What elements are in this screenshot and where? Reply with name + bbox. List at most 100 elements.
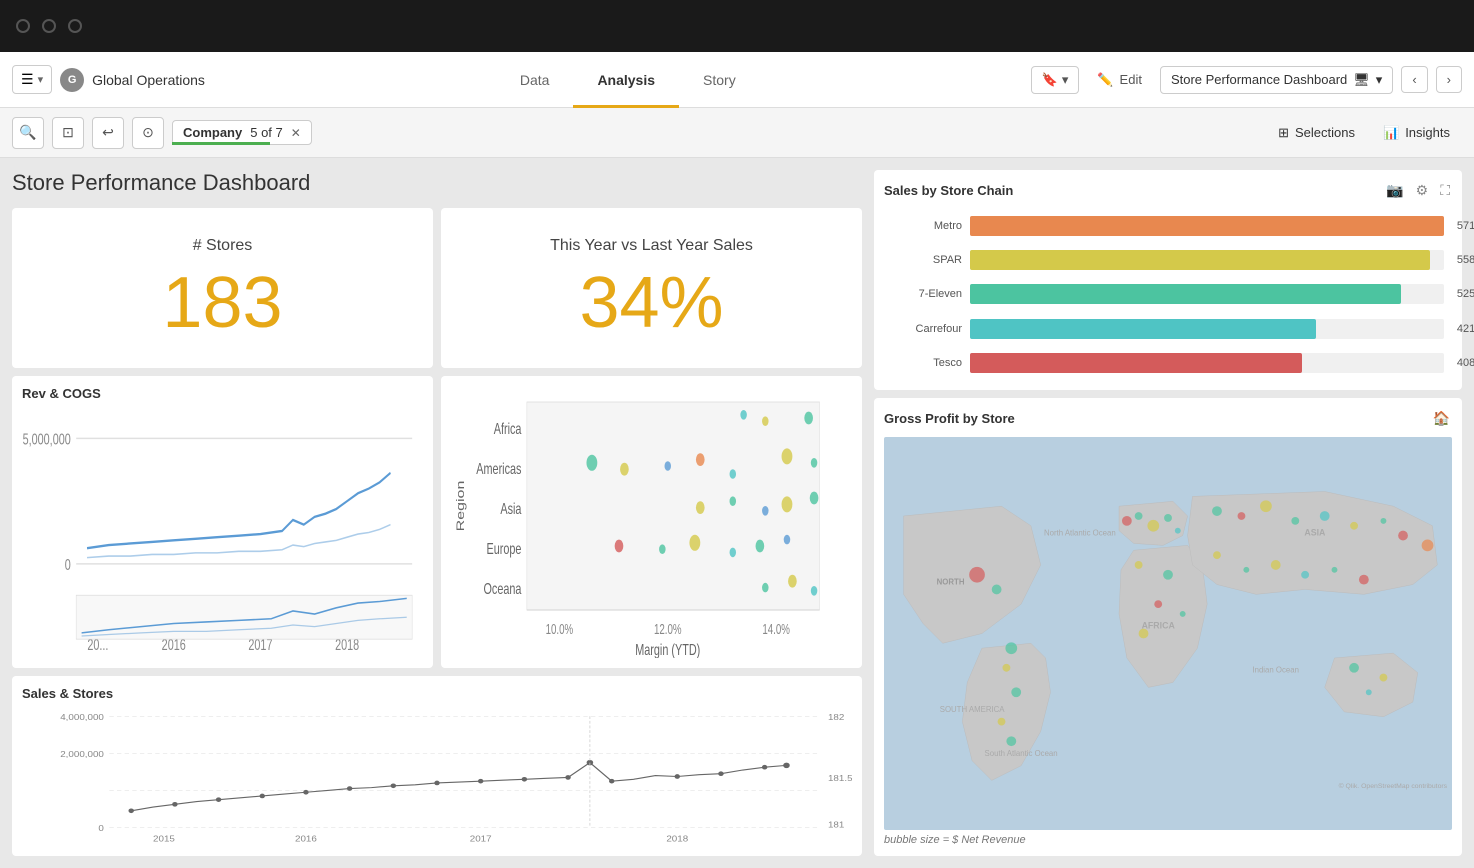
- edit-label: Edit: [1120, 72, 1142, 87]
- sales-stores-chart[interactable]: 4,000,000 2,000,000 0 182 181.5 181 2015…: [22, 707, 852, 846]
- svg-text:2017: 2017: [470, 834, 492, 843]
- hamburger-menu[interactable]: ☰ ▾: [12, 65, 52, 94]
- expand-icon-button[interactable]: ⛶: [1438, 180, 1452, 201]
- svg-text:14.0%: 14.0%: [762, 621, 790, 637]
- svg-text:NORTH: NORTH: [937, 578, 965, 587]
- tab-data[interactable]: Data: [496, 52, 574, 108]
- bar-label: 7-Eleven: [892, 288, 962, 300]
- svg-text:Oceana: Oceana: [484, 580, 522, 598]
- bar-value: 421.15k: [1457, 323, 1474, 335]
- next-button[interactable]: ›: [1436, 66, 1462, 93]
- nav-dropdown-icon: ▾: [38, 73, 44, 86]
- search-icon: 🔍: [19, 124, 36, 141]
- window-dot-close[interactable]: [16, 19, 30, 33]
- bar-row-7eleven[interactable]: 7-Eleven 525.62k: [892, 280, 1444, 308]
- rev-cogs-chart[interactable]: 5,000,000 0 20... 2016 2017 2018: [22, 407, 423, 658]
- bar-track: 408.97k: [970, 353, 1444, 373]
- edit-button[interactable]: ✏️ Edit: [1087, 67, 1152, 93]
- hamburger-icon: ☰: [21, 71, 34, 88]
- edit-icon: ✏️: [1097, 72, 1113, 88]
- margin-scatter-card: Africa Americas Asia Europe Oceana Regio…: [441, 376, 862, 668]
- filter-button[interactable]: ⊙: [132, 117, 164, 149]
- bar-row-tesco[interactable]: Tesco 408.97k: [892, 349, 1444, 377]
- insights-button[interactable]: 📊 Insights: [1371, 120, 1462, 146]
- insights-chart-icon: 📊: [1383, 125, 1399, 141]
- bookmark-icon: 🔖: [1042, 72, 1058, 88]
- svg-text:5,000,000: 5,000,000: [23, 431, 71, 448]
- bar-chart-container: Metro 571.39k SPAR 558.38k 7-Eleven: [884, 209, 1452, 380]
- chip-close-icon[interactable]: ✕: [291, 126, 301, 140]
- bar-chart-header: Sales by Store Chain 📷 ⚙ ⛶: [884, 180, 1452, 201]
- svg-text:AFRICA: AFRICA: [1142, 621, 1176, 631]
- undo-button[interactable]: ↩: [92, 117, 124, 149]
- selections-grid-icon: ⊞: [1278, 125, 1289, 141]
- rev-cogs-title: Rev & COGS: [22, 386, 423, 401]
- main-content: Store Performance Dashboard # Stores 183…: [0, 158, 1474, 868]
- map-home-icon-button[interactable]: 🏠: [1431, 408, 1452, 429]
- rev-cogs-card: Rev & COGS 5,000,000 0 20... 2016 2017 2…: [12, 376, 433, 668]
- bar-row-carrefour[interactable]: Carrefour 421.15k: [892, 315, 1444, 343]
- bar-label: SPAR: [892, 254, 962, 266]
- svg-text:Africa: Africa: [494, 420, 522, 438]
- selections-label: Selections: [1295, 125, 1355, 140]
- map-bubble-label: bubble size = $ Net Revenue: [884, 834, 1452, 846]
- app-icon: G: [60, 68, 84, 92]
- svg-text:2018: 2018: [666, 834, 688, 843]
- kpi-stores-card: # Stores 183: [12, 208, 433, 368]
- window-dot-maximize[interactable]: [68, 19, 82, 33]
- svg-text:4,000,000: 4,000,000: [60, 713, 104, 722]
- svg-text:0: 0: [65, 556, 71, 573]
- lasso-button[interactable]: ⊡: [52, 117, 84, 149]
- desktop-icon: 🖥: [1353, 72, 1370, 88]
- map-container[interactable]: NORTH North Atlantic Ocean SOUTH AMERICA…: [884, 437, 1452, 830]
- kpi-stores-label: # Stores: [193, 237, 253, 255]
- kpi-stores-value: 183: [162, 267, 282, 339]
- chip-label: Company: [183, 125, 242, 140]
- selections-button[interactable]: ⊞ Selections: [1266, 120, 1367, 146]
- svg-text:South Atlantic Ocean: South Atlantic Ocean: [985, 749, 1058, 758]
- lasso-icon: ⊡: [62, 124, 74, 141]
- dashboard-button[interactable]: Store Performance Dashboard 🖥 ▾: [1160, 66, 1393, 94]
- smart-search-button[interactable]: 🔍: [12, 117, 44, 149]
- right-panel: Sales by Store Chain 📷 ⚙ ⛶ Metro 571.39k: [874, 158, 1474, 868]
- svg-text:10.0%: 10.0%: [546, 621, 574, 637]
- svg-text:2015: 2015: [153, 834, 175, 843]
- bar-fill: [970, 284, 1401, 304]
- bar-row-spar[interactable]: SPAR 558.38k: [892, 246, 1444, 274]
- company-chip[interactable]: Company 5 of 7 ✕: [172, 120, 312, 145]
- svg-text:182: 182: [828, 713, 844, 722]
- top-navigation: ☰ ▾ G Global Operations Data Analysis St…: [0, 52, 1474, 108]
- left-panel: Store Performance Dashboard # Stores 183…: [0, 158, 874, 868]
- svg-text:Americas: Americas: [476, 460, 521, 478]
- filter-icon: ⊙: [142, 124, 154, 141]
- sales-stores-title: Sales & Stores: [22, 686, 852, 701]
- svg-text:12.0%: 12.0%: [654, 621, 682, 637]
- kpi-sales-value: 34%: [579, 267, 723, 339]
- sales-by-store-card: Sales by Store Chain 📷 ⚙ ⛶ Metro 571.39k: [874, 170, 1462, 390]
- tab-analysis[interactable]: Analysis: [573, 52, 679, 108]
- bar-row-metro[interactable]: Metro 571.39k: [892, 212, 1444, 240]
- svg-text:0: 0: [98, 824, 103, 833]
- gross-profit-map-card: Gross Profit by Store 🏠: [874, 398, 1462, 856]
- toolbar-right: ⊞ Selections 📊 Insights: [1266, 120, 1462, 146]
- svg-text:North Atlantic Ocean: North Atlantic Ocean: [1044, 529, 1116, 538]
- margin-scatter-chart[interactable]: Africa Americas Asia Europe Oceana Regio…: [451, 386, 852, 658]
- svg-text:Region: Region: [454, 481, 466, 532]
- bar-track: 558.38k: [970, 250, 1444, 270]
- bar-fill: [970, 216, 1444, 236]
- prev-button[interactable]: ‹: [1401, 66, 1427, 93]
- app-name: Global Operations: [92, 72, 205, 88]
- bar-value: 558.38k: [1457, 254, 1474, 266]
- map-header: Gross Profit by Store 🏠: [884, 408, 1452, 429]
- filter-options-icon-button[interactable]: ⚙: [1414, 180, 1431, 201]
- bar-label: Metro: [892, 220, 962, 232]
- window-dot-minimize[interactable]: [42, 19, 56, 33]
- camera-icon-button[interactable]: 📷: [1384, 180, 1405, 201]
- tab-story[interactable]: Story: [679, 52, 760, 108]
- bar-fill: [970, 250, 1430, 270]
- bar-fill: [970, 319, 1316, 339]
- bar-value: 571.39k: [1457, 220, 1474, 232]
- svg-text:SOUTH AMERICA: SOUTH AMERICA: [940, 705, 1006, 714]
- bookmark-button[interactable]: 🔖 ▾: [1031, 66, 1080, 94]
- bar-label: Tesco: [892, 357, 962, 369]
